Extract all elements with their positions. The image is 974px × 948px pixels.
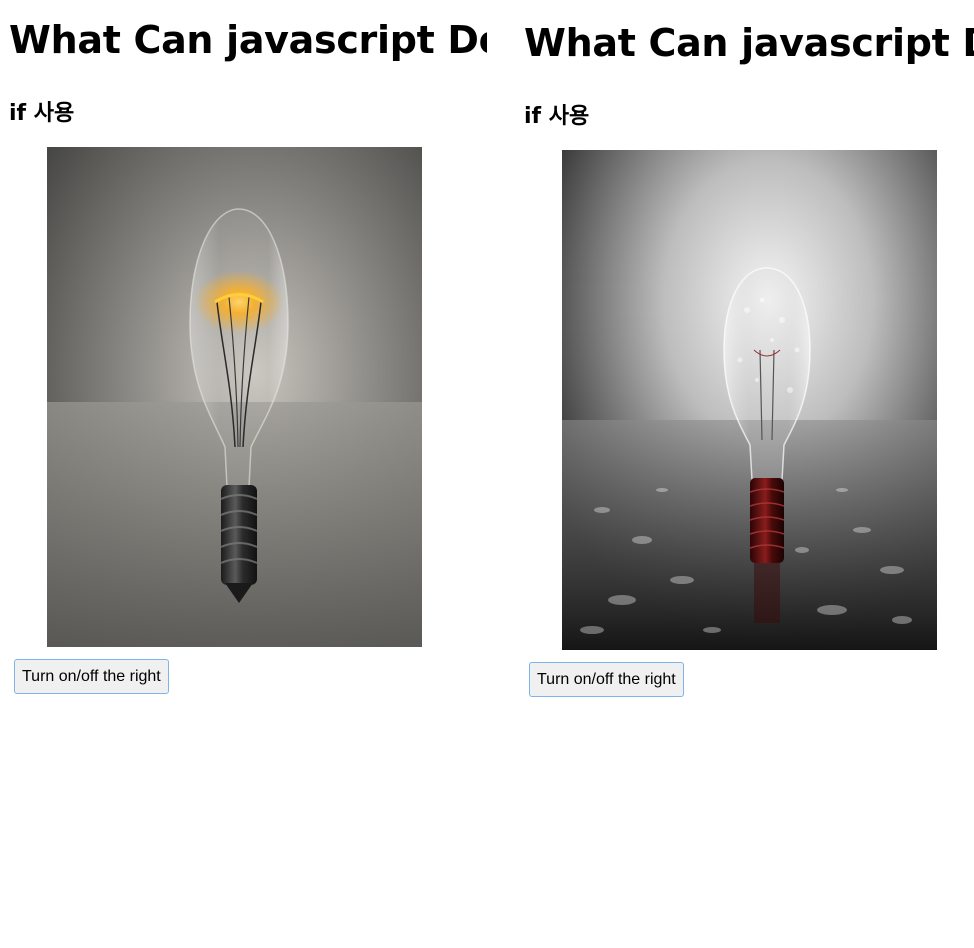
toggle-light-button[interactable]: Turn on/off the right — [14, 659, 169, 694]
bulb-on-graphic — [47, 147, 422, 647]
bulb-off-image — [562, 150, 937, 650]
section-title: if 사용 — [9, 101, 75, 126]
panel-bulb-on: What Can javascript Do? if 사용 Turn on/of… — [0, 0, 487, 945]
page-title: What Can javascript Do? — [524, 21, 974, 65]
bulb-on-image — [47, 147, 422, 647]
panel-bulb-off: What Can javascript Do? if 사용 — [515, 3, 974, 948]
section-title: if 사용 — [524, 104, 590, 129]
toggle-light-button[interactable]: Turn on/off the right — [529, 662, 684, 697]
bulb-off-graphic — [562, 150, 937, 650]
page-title: What Can javascript Do? — [9, 18, 487, 62]
